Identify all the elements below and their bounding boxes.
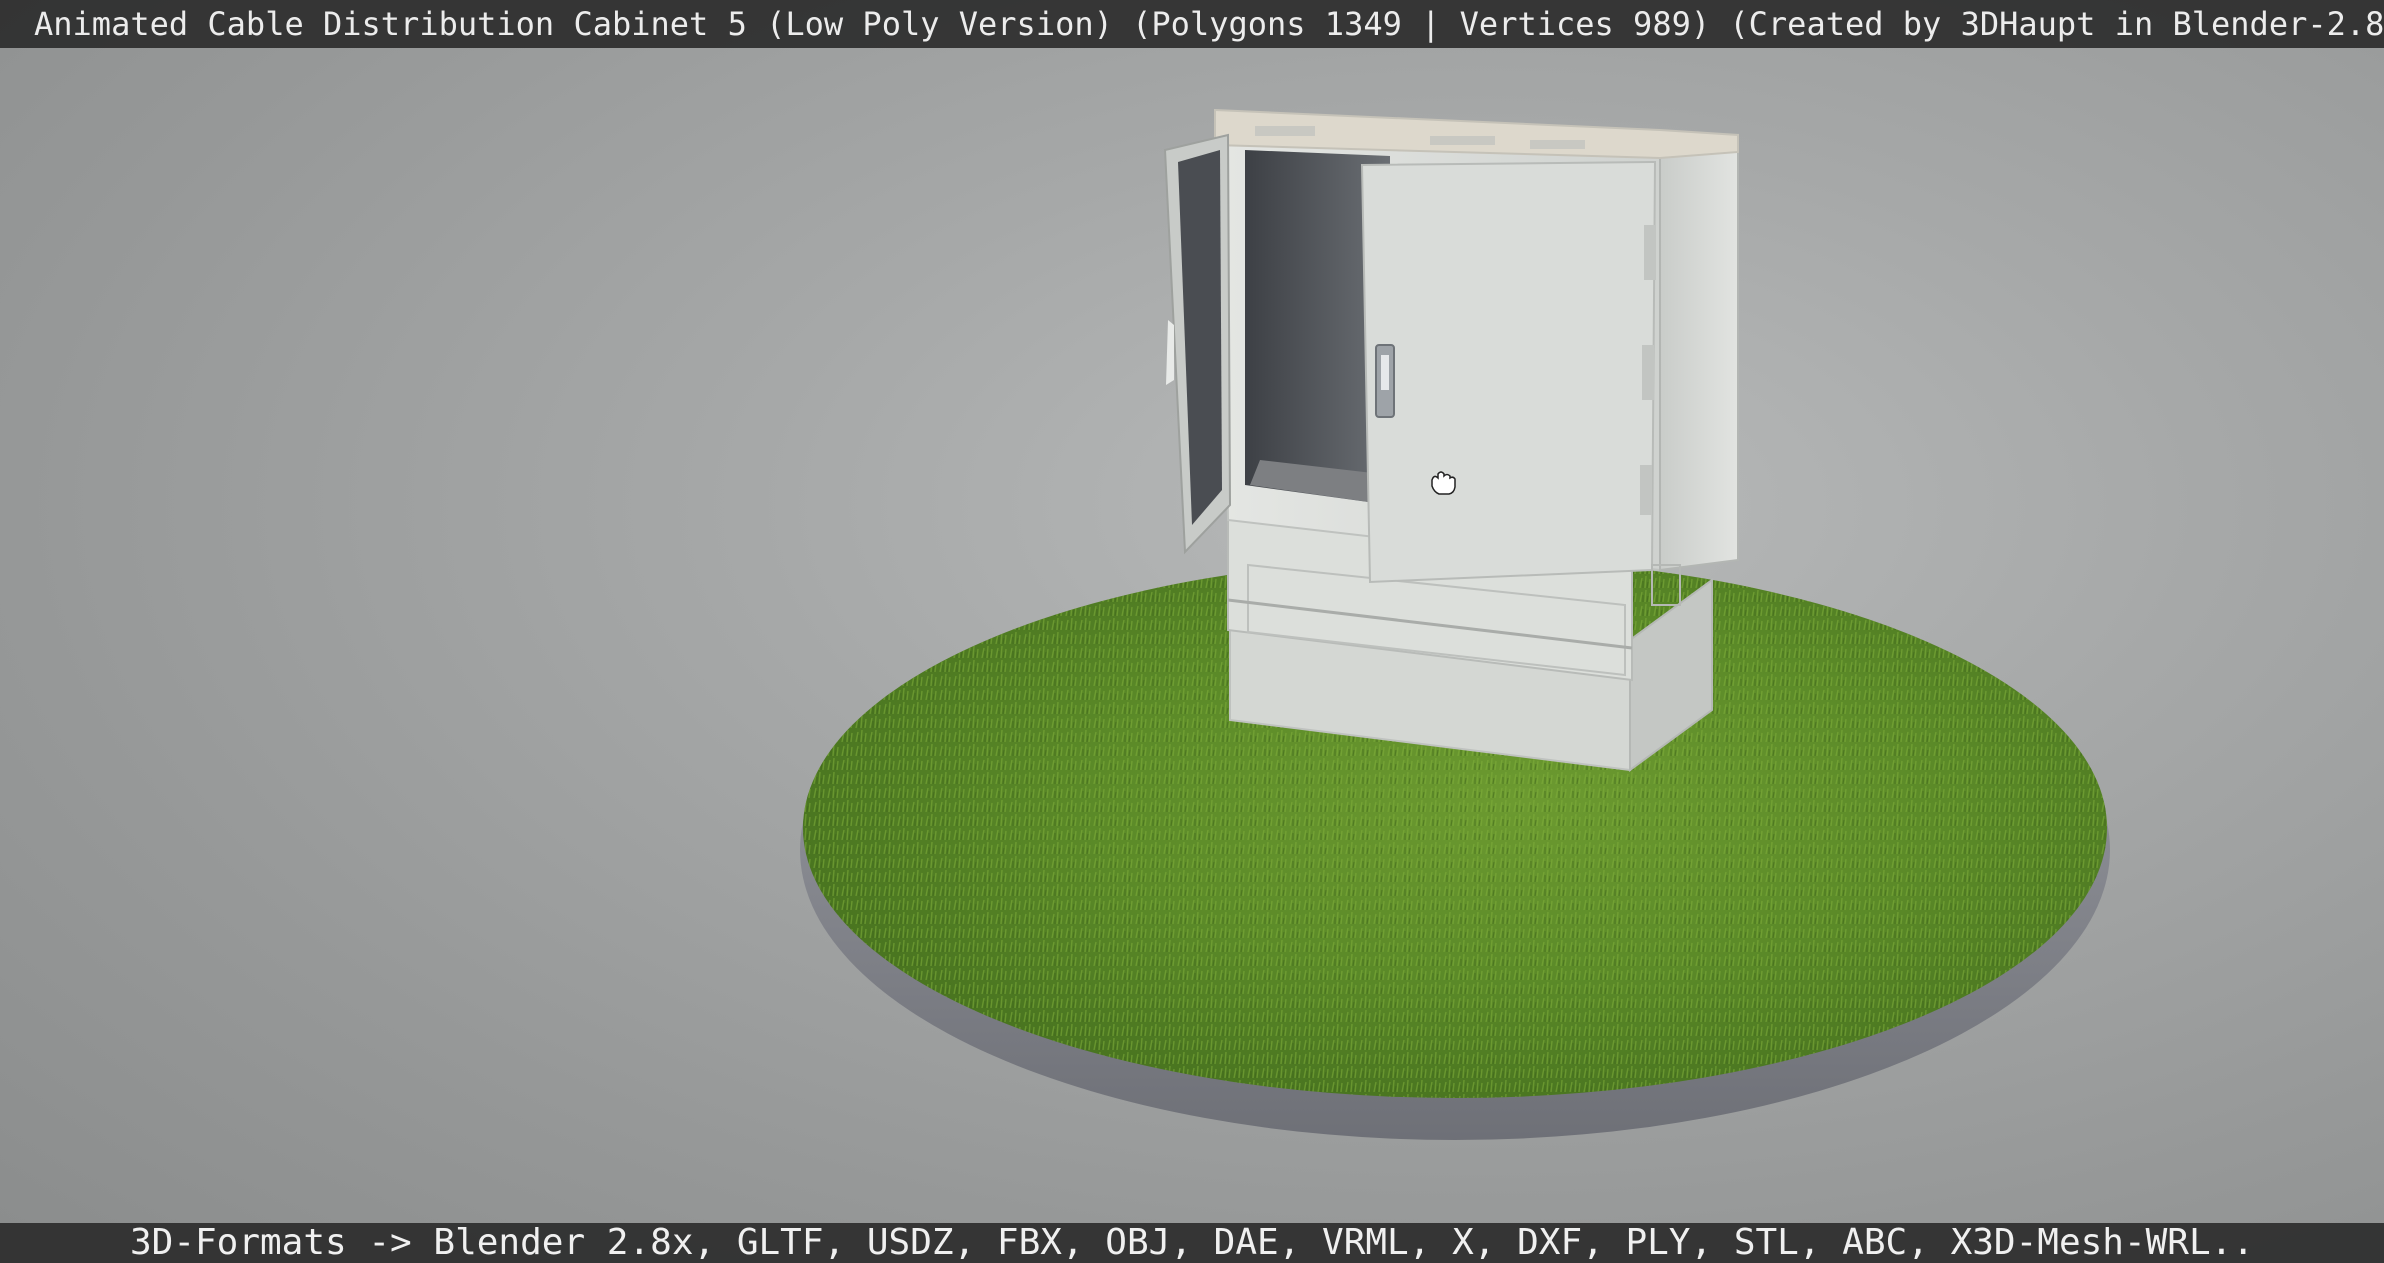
title-bar: Animated Cable Distribution Cabinet 5 (L… <box>0 0 2384 48</box>
cabinet <box>1163 108 1739 772</box>
hinge-2 <box>1642 345 1654 400</box>
formats-bar: 3D-Formats -> Blender 2.8x, GLTF, USDZ, … <box>0 1223 2384 1263</box>
formats-text: 3D-Formats -> Blender 2.8x, GLTF, USDZ, … <box>129 1222 2255 1263</box>
roof-vent-3 <box>1530 140 1585 149</box>
door-handle-grip <box>1381 355 1389 390</box>
right-door <box>1360 160 1657 584</box>
roof-vent-1 <box>1255 126 1315 136</box>
left-door-latch <box>1166 320 1174 385</box>
render-viewport: Animated Cable Distribution Cabinet 5 (L… <box>0 0 2384 1263</box>
3d-scene <box>0 48 2384 1223</box>
hinge-3 <box>1640 465 1652 515</box>
scene-render <box>800 108 2110 1140</box>
roof-vent-2 <box>1430 136 1495 145</box>
cabinet-body-side <box>1659 133 1739 572</box>
model-title: Animated Cable Distribution Cabinet 5 (L… <box>34 5 2384 43</box>
hinge-1 <box>1644 225 1656 280</box>
